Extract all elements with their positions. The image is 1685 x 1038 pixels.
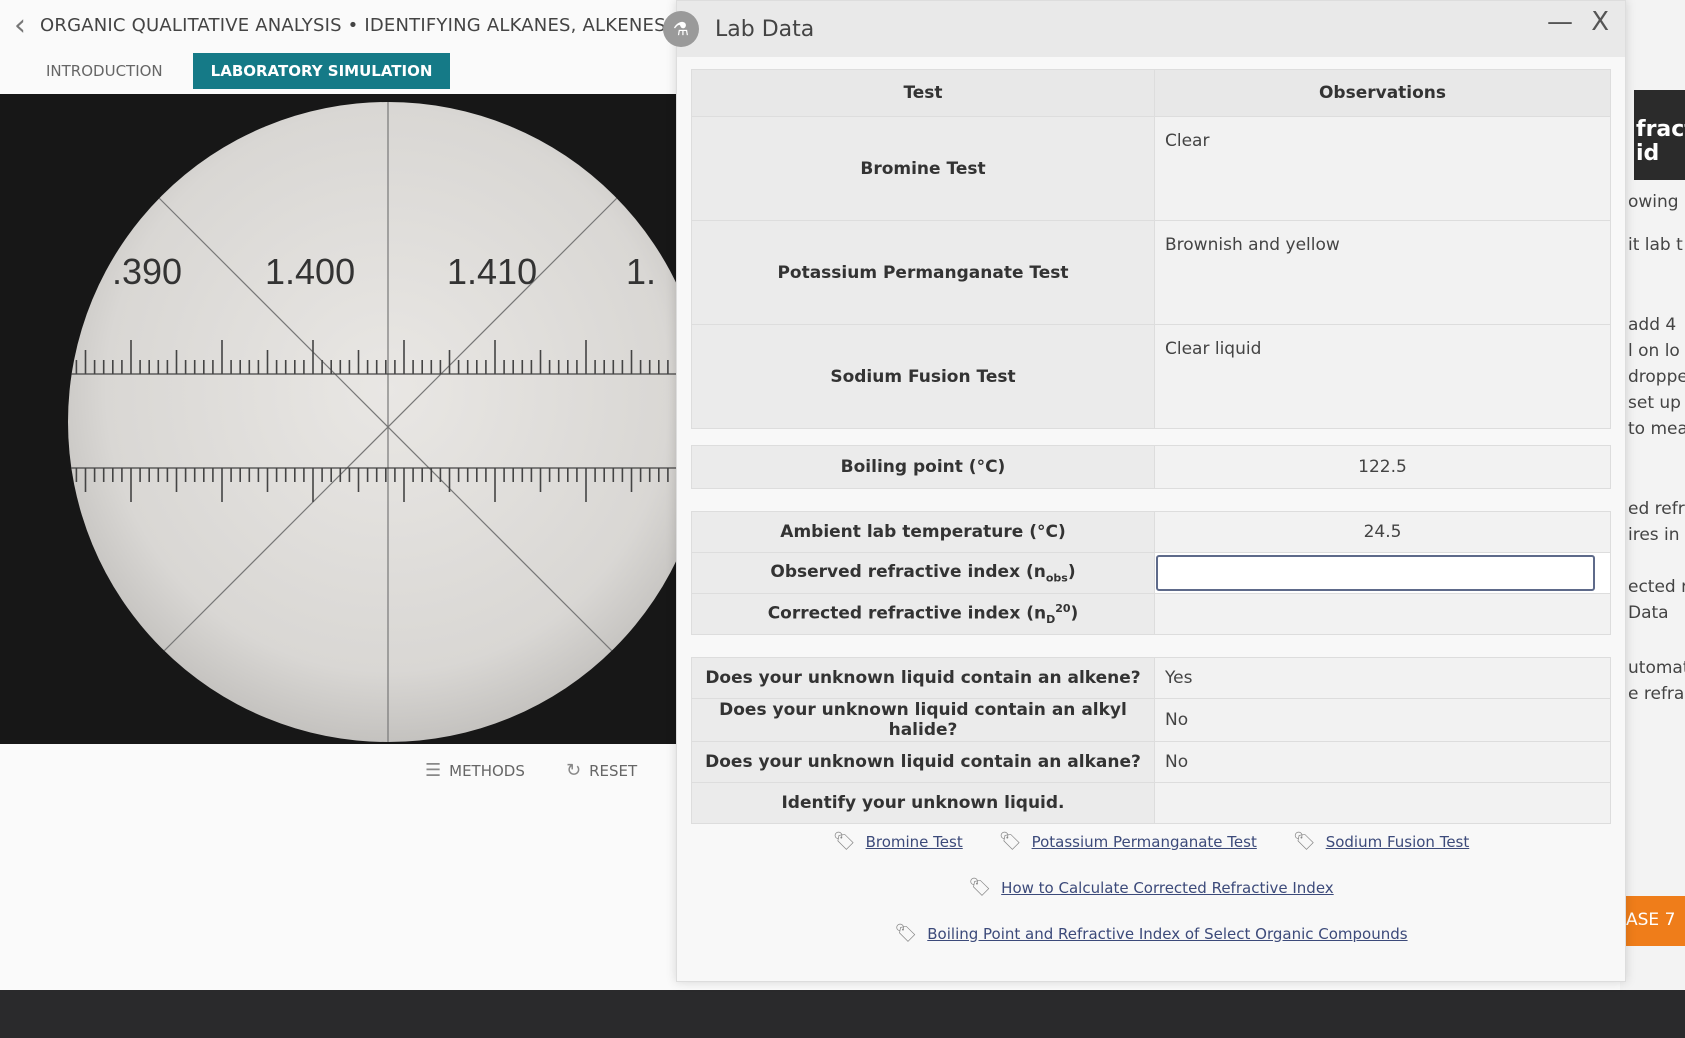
ambient-temperature-label: Ambient lab temperature (°C) xyxy=(691,511,1155,553)
background-text-6: utomat e refrac xyxy=(1628,658,1685,704)
tag-icon: 🏷 xyxy=(1292,831,1316,852)
case-button[interactable]: ASE 7 xyxy=(1620,896,1685,946)
bromine-test-link[interactable]: 🏷 Bromine Test xyxy=(833,831,963,852)
methods-button[interactable]: ☰ METHODS xyxy=(425,760,525,781)
methods-label: METHODS xyxy=(449,761,525,780)
background-text-5: ected r Data xyxy=(1628,577,1685,623)
nobs-subscript: obs xyxy=(1045,571,1068,585)
ambient-temperature-field[interactable]: 24.5 xyxy=(1154,511,1611,553)
modal-title: Lab Data xyxy=(715,16,815,42)
scale-label-3: 1.410 xyxy=(447,251,537,292)
question-label: Does your unknown liquid contain an alky… xyxy=(691,698,1155,742)
permanganate-test-link-text: Potassium Permanganate Test xyxy=(1031,832,1257,851)
table-row: Potassium Permanganate Test Brownish and… xyxy=(691,220,1611,325)
background-text-1: owing xyxy=(1628,192,1679,212)
reference-links-row: 🏷 Boiling Point and Refractive Index of S… xyxy=(677,923,1625,944)
background-heading: fracti id xyxy=(1634,90,1685,180)
test-name: Bromine Test xyxy=(691,116,1155,221)
bromine-test-link-text: Bromine Test xyxy=(865,832,963,851)
tab-introduction[interactable]: INTRODUCTION xyxy=(28,53,181,89)
scale-label-4: 1. xyxy=(626,251,656,292)
tab-bar: INTRODUCTION LABORATORY SIMULATION xyxy=(28,53,451,89)
permanganate-test-link[interactable]: 🏷 Potassium Permanganate Test xyxy=(999,831,1257,852)
background-text-4: ed refr ires in xyxy=(1628,499,1685,545)
answer-dropdown[interactable]: No xyxy=(1154,698,1611,742)
tests-table: Test Observations Bromine Test Clear Pot… xyxy=(691,69,1611,429)
nobs-label-text: Observed refractive index (n xyxy=(770,561,1046,582)
corrected-refractive-index-label: Corrected refractive index (nD20) xyxy=(691,593,1155,635)
observed-refractive-index-label: Observed refractive index (nobs) xyxy=(691,552,1155,594)
tag-icon: 🏷 xyxy=(998,831,1022,852)
minimize-button[interactable]: — xyxy=(1547,7,1573,37)
background-heading-text: fracti id xyxy=(1636,117,1685,166)
test-name: Potassium Permanganate Test xyxy=(691,220,1155,325)
reset-label: RESET xyxy=(589,761,638,780)
table-row: Sodium Fusion Test Clear liquid xyxy=(691,324,1611,429)
observed-refractive-index-input[interactable] xyxy=(1156,555,1596,591)
table-row: Does your unknown liquid contain an alke… xyxy=(691,657,1611,699)
table-row: Does your unknown liquid contain an alka… xyxy=(691,741,1611,783)
corrected-refractive-index-link[interactable]: 🏷 How to Calculate Corrected Refractive I… xyxy=(968,877,1333,898)
boiling-point-field[interactable]: 122.5 xyxy=(1154,445,1611,489)
background-text-3: add 4 l on lo droppe set up to mea xyxy=(1628,315,1685,439)
question-label: Identify your unknown liquid. xyxy=(691,782,1155,824)
table-row: Bromine Test Clear xyxy=(691,116,1611,221)
sodium-fusion-test-link[interactable]: 🏷 Sodium Fusion Test xyxy=(1293,831,1469,852)
boiling-point-label: Boiling point (°C) xyxy=(691,445,1155,489)
nd-superscript: 20 xyxy=(1055,601,1071,615)
reset-icon: ↻ xyxy=(566,760,582,781)
observation-field[interactable]: Brownish and yellow xyxy=(1154,220,1611,325)
title-bar: ‹ ORGANIC QUALITATIVE ANALYSIS • IDENTIF… xyxy=(0,0,680,50)
list-icon: ☰ xyxy=(425,760,442,781)
observation-field[interactable]: Clear xyxy=(1154,116,1611,221)
corrected-refractive-index-field[interactable] xyxy=(1154,593,1611,635)
answer-dropdown[interactable]: No xyxy=(1154,741,1611,783)
question-label: Does your unknown liquid contain an alka… xyxy=(691,741,1155,783)
background-text-2: it lab t xyxy=(1628,235,1683,255)
tag-icon: 🏷 xyxy=(894,923,918,944)
app-window: ‹ ORGANIC QUALITATIVE ANALYSIS • IDENTIF… xyxy=(0,0,1685,990)
refractometer-eyepiece: .390 1.400 1.410 1. xyxy=(68,102,680,742)
boiling-point-table: Boiling point (°C) 122.5 xyxy=(691,445,1611,489)
column-header-test: Test xyxy=(691,69,1155,117)
sodium-fusion-test-link-text: Sodium Fusion Test xyxy=(1325,832,1470,851)
lab-data-modal: ⚗ Lab Data — X Test Observations Bromine… xyxy=(663,0,1626,982)
nd-subscript: D xyxy=(1046,613,1056,627)
scale-label-1: .390 xyxy=(112,251,182,292)
tag-icon: 🏷 xyxy=(968,877,992,898)
boiling-point-reference-link-text: Boiling Point and Refractive Index of Se… xyxy=(927,924,1408,943)
refractive-index-table: Ambient lab temperature (°C) 24.5 Observ… xyxy=(691,511,1611,635)
questions-table: Does your unknown liquid contain an alke… xyxy=(691,657,1611,824)
answer-dropdown[interactable]: Yes xyxy=(1154,657,1611,699)
close-button[interactable]: X xyxy=(1591,7,1609,37)
reference-links-row: 🏷 Bromine Test 🏷 Potassium Permanganate Te… xyxy=(677,831,1625,852)
table-row: Does your unknown liquid contain an alky… xyxy=(691,698,1611,742)
test-name: Sodium Fusion Test xyxy=(691,324,1155,429)
boiling-point-reference-link[interactable]: 🏷 Boiling Point and Refractive Index of S… xyxy=(894,923,1407,944)
scale-label-2: 1.400 xyxy=(265,251,355,292)
app-title: ORGANIC QUALITATIVE ANALYSIS • IDENTIFYI… xyxy=(40,14,672,36)
question-label: Does your unknown liquid contain an alke… xyxy=(691,657,1155,699)
corrected-refractive-index-link-text: How to Calculate Corrected Refractive In… xyxy=(1001,878,1334,897)
back-chevron-icon[interactable]: ‹ xyxy=(0,8,40,43)
column-header-observations: Observations xyxy=(1154,69,1611,117)
observation-field[interactable]: Clear liquid xyxy=(1154,324,1611,429)
table-row: Identify your unknown liquid. xyxy=(691,782,1611,824)
flask-icon: ⚗ xyxy=(663,11,699,47)
modal-header[interactable]: ⚗ Lab Data — X xyxy=(663,1,1625,57)
reset-button[interactable]: ↻ RESET xyxy=(566,760,637,781)
observed-refractive-index-cell xyxy=(1154,552,1611,594)
answer-dropdown[interactable] xyxy=(1154,782,1611,824)
tag-icon: 🏷 xyxy=(832,831,856,852)
tab-laboratory-simulation[interactable]: LABORATORY SIMULATION xyxy=(192,53,451,89)
reference-links-row: 🏷 How to Calculate Corrected Refractive I… xyxy=(677,877,1625,898)
nd-label-text: Corrected refractive index (n xyxy=(767,603,1047,624)
